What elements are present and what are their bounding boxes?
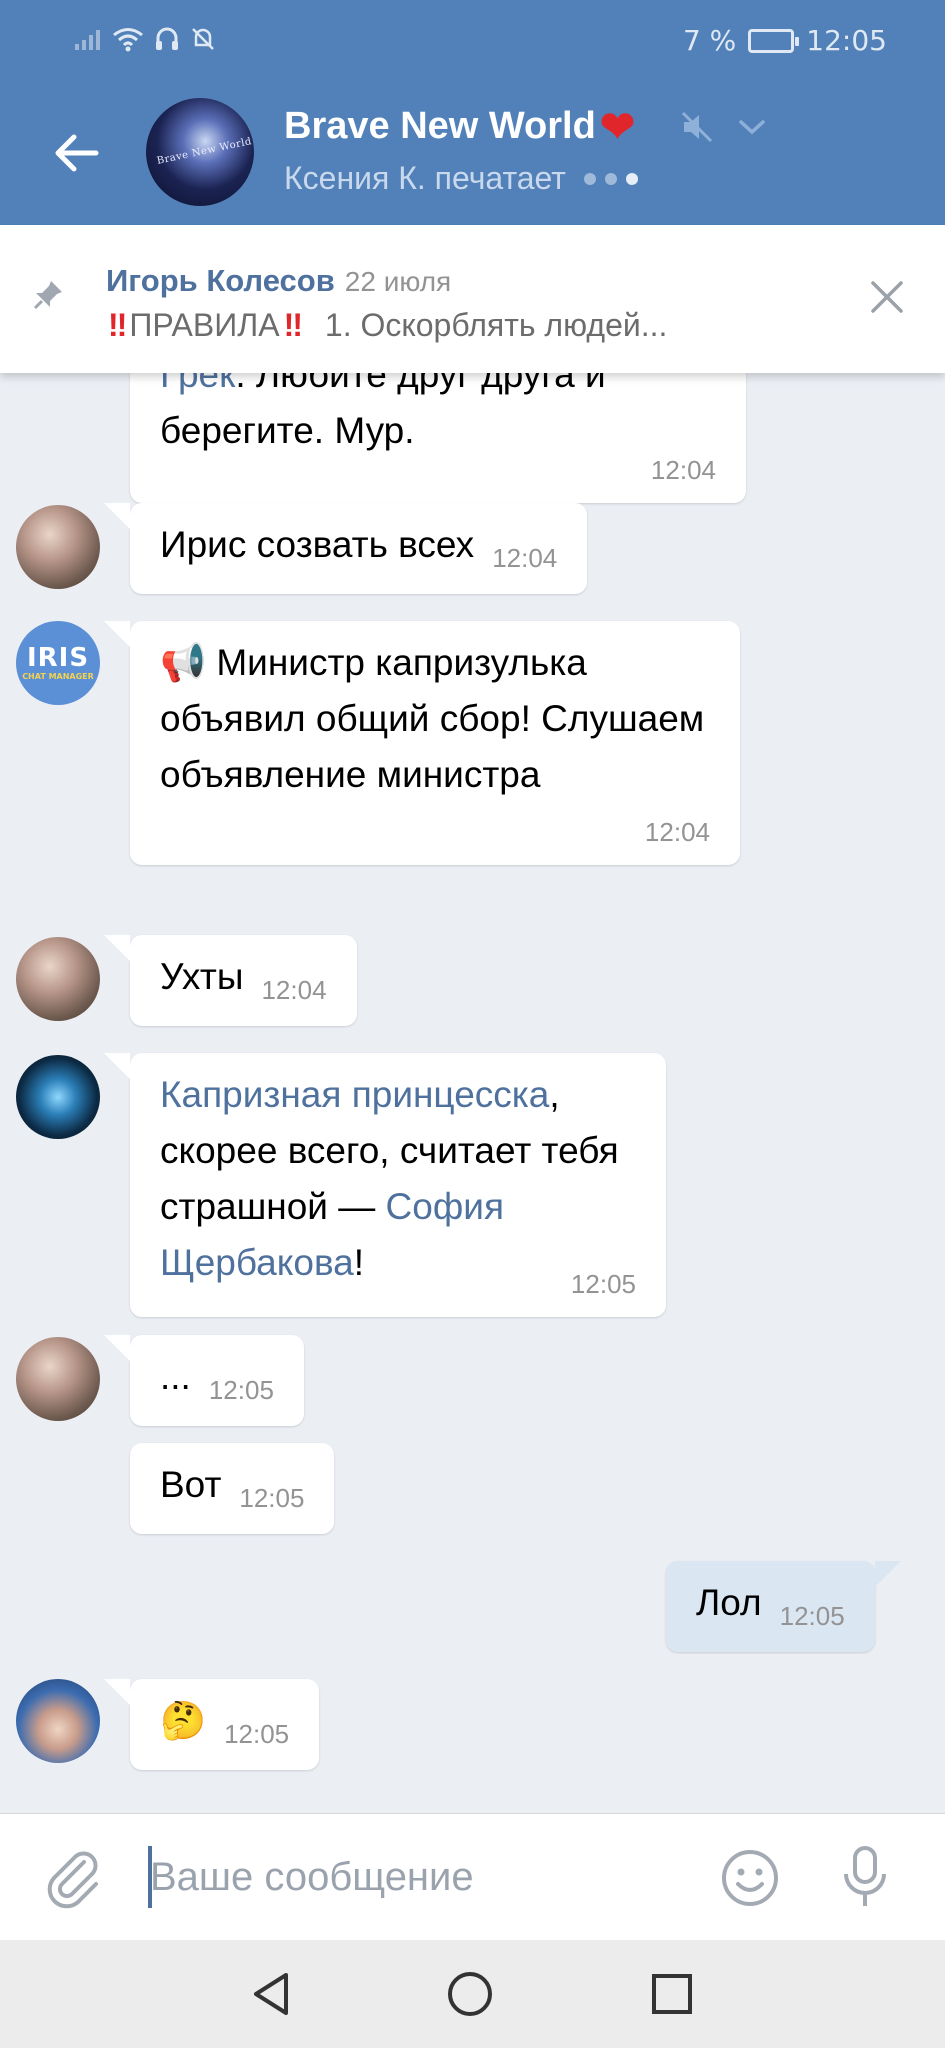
- iris-avatar-text: IRIS: [26, 643, 90, 673]
- signal-icon: [75, 30, 100, 50]
- pinned-author-name: Игорь Колесов: [106, 263, 335, 298]
- pinned-preview: 1. Оскорблять людей...: [324, 307, 668, 343]
- nav-back-button[interactable]: [248, 1970, 294, 2022]
- message-bubble[interactable]: 📢 Министр капризулька объявил общий сбор…: [104, 621, 740, 865]
- typing-status: Ксения К. печатает: [284, 160, 566, 196]
- bubble-tail: [104, 1335, 130, 1361]
- battery-icon: [748, 28, 800, 53]
- message-bubble[interactable]: Капризная принцесска, скорее всего, счит…: [104, 1053, 666, 1317]
- double-exclamation-emoji: ‼: [108, 307, 127, 343]
- bubble-tail: [874, 1561, 901, 1587]
- status-bar: 7 % 12:05: [0, 20, 945, 64]
- chat-avatar[interactable]: Brave New World: [146, 98, 254, 206]
- message-bubble[interactable]: ... 12:05: [104, 1335, 304, 1426]
- wifi-icon: [113, 28, 143, 52]
- message-time: 12:05: [224, 1719, 290, 1749]
- chat-subtitle: Ксения К. печатает: [284, 160, 638, 197]
- pinned-text: ‼ ПРАВИЛА ‼ 1. Оскорблять людей...: [108, 307, 808, 344]
- message-time: 12:04: [650, 455, 716, 485]
- close-icon: [871, 281, 903, 313]
- double-exclamation-emoji-2: ‼: [283, 307, 303, 343]
- bubble-tail: [104, 1053, 130, 1079]
- paperclip-icon: [47, 1851, 98, 1909]
- pinned-rules: ПРАВИЛА: [129, 307, 280, 343]
- message-text: Министр капризулька объявил общий сбор! …: [160, 642, 705, 795]
- message-time: 12:05: [208, 1375, 274, 1405]
- message-bubble[interactable]: Вот 12:05: [130, 1443, 335, 1534]
- message-text: Ирис созвать всех: [160, 524, 475, 565]
- arrow-left-icon: [55, 134, 99, 172]
- mute-icon[interactable]: [680, 110, 714, 144]
- headset-icon: [156, 27, 178, 50]
- back-button[interactable]: [46, 128, 106, 178]
- message-text: Вот: [160, 1464, 222, 1505]
- chat-header: 7 % 12:05 Brave New World Brave New Worl…: [0, 0, 945, 225]
- microphone-icon: [844, 1846, 886, 1906]
- message-text-end: !: [353, 1242, 365, 1283]
- bell-muted-icon: [192, 28, 214, 50]
- pinned-message[interactable]: Игорь Колесов 22 июля ‼ ПРАВИЛА ‼ 1. Оскорбл…: [0, 225, 945, 373]
- close-pinned-button[interactable]: [865, 275, 909, 319]
- message-time: 12:05: [779, 1601, 845, 1631]
- message-time: 12:04: [644, 817, 710, 847]
- bubble-tail: [104, 1679, 130, 1705]
- message-list[interactable]: Грек. Любите друг друга и берегите. Мур.…: [0, 373, 945, 1813]
- attach-button[interactable]: [46, 1850, 102, 1914]
- square-recents-icon: [652, 1974, 692, 2014]
- status-icons: [74, 26, 216, 52]
- message-text: Ухты: [160, 956, 244, 997]
- chat-avatar-label: Brave New World: [155, 136, 253, 167]
- nav-recents-button[interactable]: [650, 1972, 694, 2020]
- bubble-tail: [104, 503, 130, 529]
- message-time: 12:05: [239, 1483, 305, 1513]
- message-bubble[interactable]: Грек. Любите друг друга и берегите. Мур.…: [130, 373, 746, 503]
- pinned-date: 22 июля: [344, 266, 452, 297]
- sender-avatar[interactable]: [16, 1679, 100, 1763]
- triangle-back-icon: [254, 1973, 288, 2015]
- typing-dots: [583, 172, 638, 185]
- heart-emoji: ❤: [599, 103, 636, 150]
- message-time: 12:04: [261, 975, 327, 1005]
- outgoing-message-bubble[interactable]: Лол 12:05: [666, 1561, 901, 1652]
- chevron-down-icon[interactable]: [738, 117, 766, 137]
- mention-link[interactable]: Грек: [160, 373, 235, 395]
- smiley-icon: [722, 1850, 778, 1906]
- iris-avatar-subtext: CHAT MANAGER: [22, 672, 94, 681]
- sender-avatar[interactable]: [16, 505, 100, 589]
- megaphone-icon: 📢: [160, 642, 207, 683]
- thinking-emoji: 🤔: [160, 1700, 207, 1741]
- bubble-tail: [104, 621, 130, 647]
- nav-home-button[interactable]: [446, 1970, 494, 2022]
- sender-avatar[interactable]: [16, 1337, 100, 1421]
- bubble-tail: [104, 935, 130, 961]
- sender-avatar[interactable]: [16, 1055, 100, 1139]
- message-text: Лол: [696, 1582, 762, 1623]
- chat-title-text: Brave New World: [284, 105, 596, 147]
- iris-bot-avatar[interactable]: IRIS CHAT MANAGER: [16, 621, 100, 705]
- mention-link[interactable]: Капризная принцесска: [160, 1074, 549, 1115]
- message-input[interactable]: [150, 1842, 670, 1912]
- header-icons: [680, 110, 766, 144]
- message-bubble[interactable]: Ирис созвать всех 12:04: [104, 503, 588, 594]
- emoji-button[interactable]: [720, 1848, 780, 1912]
- voice-message-button[interactable]: [840, 1844, 890, 1914]
- message-composer: [0, 1813, 945, 1940]
- message-text: ...: [160, 1356, 191, 1397]
- status-right: 7 % 12:05: [683, 24, 887, 57]
- chat-title[interactable]: Brave New World ❤: [284, 102, 635, 151]
- pin-icon-wrap: [30, 277, 66, 317]
- message-bubble[interactable]: Ухты 12:04: [104, 935, 357, 1026]
- system-navigation-bar: [0, 1940, 945, 2048]
- sender-avatar[interactable]: [16, 937, 100, 1021]
- pinned-author: Игорь Колесов 22 июля: [106, 263, 451, 299]
- circle-home-icon: [448, 1972, 492, 2016]
- message-time: 12:04: [492, 543, 558, 573]
- message-bubble[interactable]: 🤔 12:05: [104, 1679, 320, 1770]
- clock: 12:05: [806, 24, 887, 57]
- pin-icon: [33, 281, 62, 310]
- battery-percent: 7 %: [682, 24, 737, 57]
